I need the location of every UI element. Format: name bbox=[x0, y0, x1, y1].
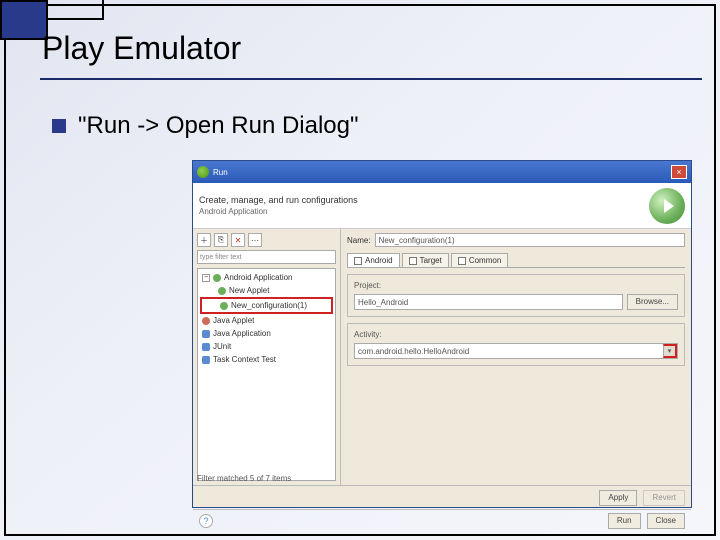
android-icon bbox=[218, 287, 226, 295]
tab-common[interactable]: Common bbox=[451, 253, 508, 267]
config-toolbar: ＋ ⎘ ✕ ⋯ bbox=[197, 233, 336, 247]
name-input[interactable]: New_configuration(1) bbox=[375, 233, 685, 247]
project-label: Project: bbox=[354, 281, 678, 290]
checkbox-icon bbox=[409, 257, 417, 265]
play-icon bbox=[649, 188, 685, 224]
activity-dropdown[interactable]: com.android.hello.HelloAndroid ▾ bbox=[354, 343, 678, 359]
help-icon[interactable]: ? bbox=[199, 514, 213, 528]
expand-icon[interactable]: − bbox=[202, 274, 210, 282]
android-icon bbox=[213, 274, 221, 282]
browse-button[interactable]: Browse... bbox=[627, 294, 678, 310]
corner-accent-2 bbox=[48, 0, 104, 20]
bullet-row: "Run -> Open Run Dialog" bbox=[52, 112, 359, 140]
new-config-icon[interactable]: ＋ bbox=[197, 233, 211, 247]
corner-accent bbox=[0, 0, 48, 40]
bullet-icon bbox=[52, 119, 66, 133]
duplicate-config-icon[interactable]: ⎘ bbox=[214, 233, 228, 247]
checkbox-icon bbox=[458, 257, 466, 265]
dialog-footer: ? Run Close bbox=[193, 509, 691, 531]
activity-label: Activity: bbox=[354, 330, 678, 339]
tab-android[interactable]: Android bbox=[347, 253, 400, 267]
dialog-header: Create, manage, and run configurations A… bbox=[193, 183, 691, 229]
right-pane: Name: New_configuration(1) Android Targe… bbox=[341, 229, 691, 485]
titlebar: Run × bbox=[193, 161, 691, 183]
tab-target[interactable]: Target bbox=[402, 253, 449, 267]
header-title: Create, manage, and run configurations bbox=[199, 195, 358, 205]
header-subtitle: Android Application bbox=[199, 207, 358, 216]
task-icon bbox=[202, 356, 210, 364]
bullet-text: "Run -> Open Run Dialog" bbox=[78, 112, 359, 140]
tree-item-task-context[interactable]: Task Context Test bbox=[200, 353, 333, 366]
filter-config-icon[interactable]: ⋯ bbox=[248, 233, 262, 247]
tree-item-java-applet[interactable]: Java Applet bbox=[200, 314, 333, 327]
apply-footer: Apply Revert bbox=[193, 485, 691, 509]
window-title: Run bbox=[213, 168, 228, 177]
run-dialog: Run × Create, manage, and run configurat… bbox=[192, 160, 692, 508]
tree-item-new-config[interactable]: New_configuration(1) bbox=[200, 297, 333, 314]
delete-config-icon[interactable]: ✕ bbox=[231, 233, 245, 247]
project-field[interactable]: Hello_Android bbox=[354, 294, 623, 310]
filter-input[interactable]: type filter text bbox=[197, 250, 336, 264]
close-button[interactable]: Close bbox=[647, 513, 685, 529]
app-icon bbox=[197, 166, 209, 178]
android-icon bbox=[220, 302, 228, 310]
apply-button[interactable]: Apply bbox=[599, 490, 637, 506]
tab-row: Android Target Common bbox=[347, 253, 685, 268]
tree-item-junit[interactable]: JUnit bbox=[200, 340, 333, 353]
slide-title: Play Emulator bbox=[42, 30, 241, 67]
applet-icon bbox=[202, 317, 210, 325]
name-label: Name: bbox=[347, 236, 371, 245]
java-icon bbox=[202, 330, 210, 338]
junit-icon bbox=[202, 343, 210, 351]
close-icon[interactable]: × bbox=[671, 165, 687, 179]
title-underline bbox=[40, 78, 702, 80]
filter-status: Filter matched 5 of 7 items bbox=[197, 474, 291, 483]
config-tree[interactable]: − Android Application New Applet New_con… bbox=[197, 268, 336, 481]
tree-item-android-app[interactable]: − Android Application bbox=[200, 271, 333, 284]
run-button[interactable]: Run bbox=[608, 513, 641, 529]
revert-button[interactable]: Revert bbox=[643, 490, 685, 506]
project-group: Project: Hello_Android Browse... bbox=[347, 274, 685, 317]
tree-item-java-app[interactable]: Java Application bbox=[200, 327, 333, 340]
activity-group: Activity: com.android.hello.HelloAndroid… bbox=[347, 323, 685, 366]
left-pane: ＋ ⎘ ✕ ⋯ type filter text − Android Appli… bbox=[193, 229, 341, 485]
tree-item-new-applet[interactable]: New Applet bbox=[200, 284, 333, 297]
chevron-down-icon[interactable]: ▾ bbox=[663, 344, 677, 358]
checkbox-icon bbox=[354, 257, 362, 265]
